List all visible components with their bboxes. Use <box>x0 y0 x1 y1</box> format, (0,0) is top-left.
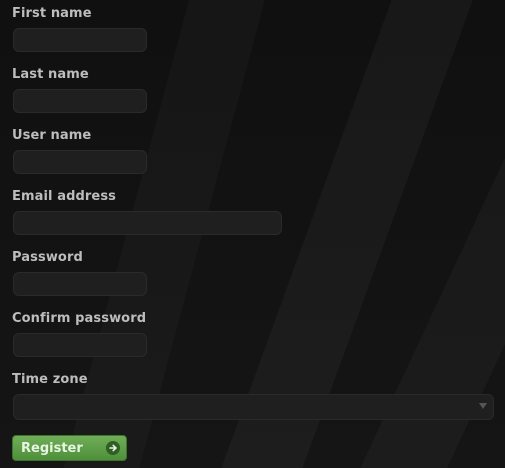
time-zone-field: Time zone <box>12 366 494 427</box>
time-zone-label: Time zone <box>12 372 88 387</box>
user-name-input[interactable] <box>13 150 147 174</box>
registration-form: First name Last name User name Email add… <box>12 0 494 427</box>
email-address-label: Email address <box>12 189 117 204</box>
last-name-label: Last name <box>12 67 89 82</box>
confirm-password-label: Confirm password <box>12 311 147 326</box>
password-input[interactable] <box>13 272 147 296</box>
email-address-field: Email address <box>12 183 494 244</box>
first-name-label: First name <box>12 6 92 21</box>
chevron-down-icon <box>479 403 487 409</box>
confirm-password-input[interactable] <box>13 333 147 357</box>
arrow-right-circle-icon <box>106 441 120 455</box>
confirm-password-field: Confirm password <box>12 305 494 366</box>
user-name-field: User name <box>12 122 494 183</box>
password-label: Password <box>12 250 83 265</box>
password-field: Password <box>12 244 494 305</box>
user-name-label: User name <box>12 128 92 143</box>
register-button[interactable]: Register <box>12 435 127 461</box>
first-name-field: First name <box>12 0 494 61</box>
last-name-input[interactable] <box>13 89 147 113</box>
time-zone-select[interactable] <box>13 394 494 420</box>
email-address-input[interactable] <box>13 211 282 235</box>
last-name-field: Last name <box>12 61 494 122</box>
register-button-label: Register <box>21 441 83 456</box>
first-name-input[interactable] <box>13 28 147 52</box>
